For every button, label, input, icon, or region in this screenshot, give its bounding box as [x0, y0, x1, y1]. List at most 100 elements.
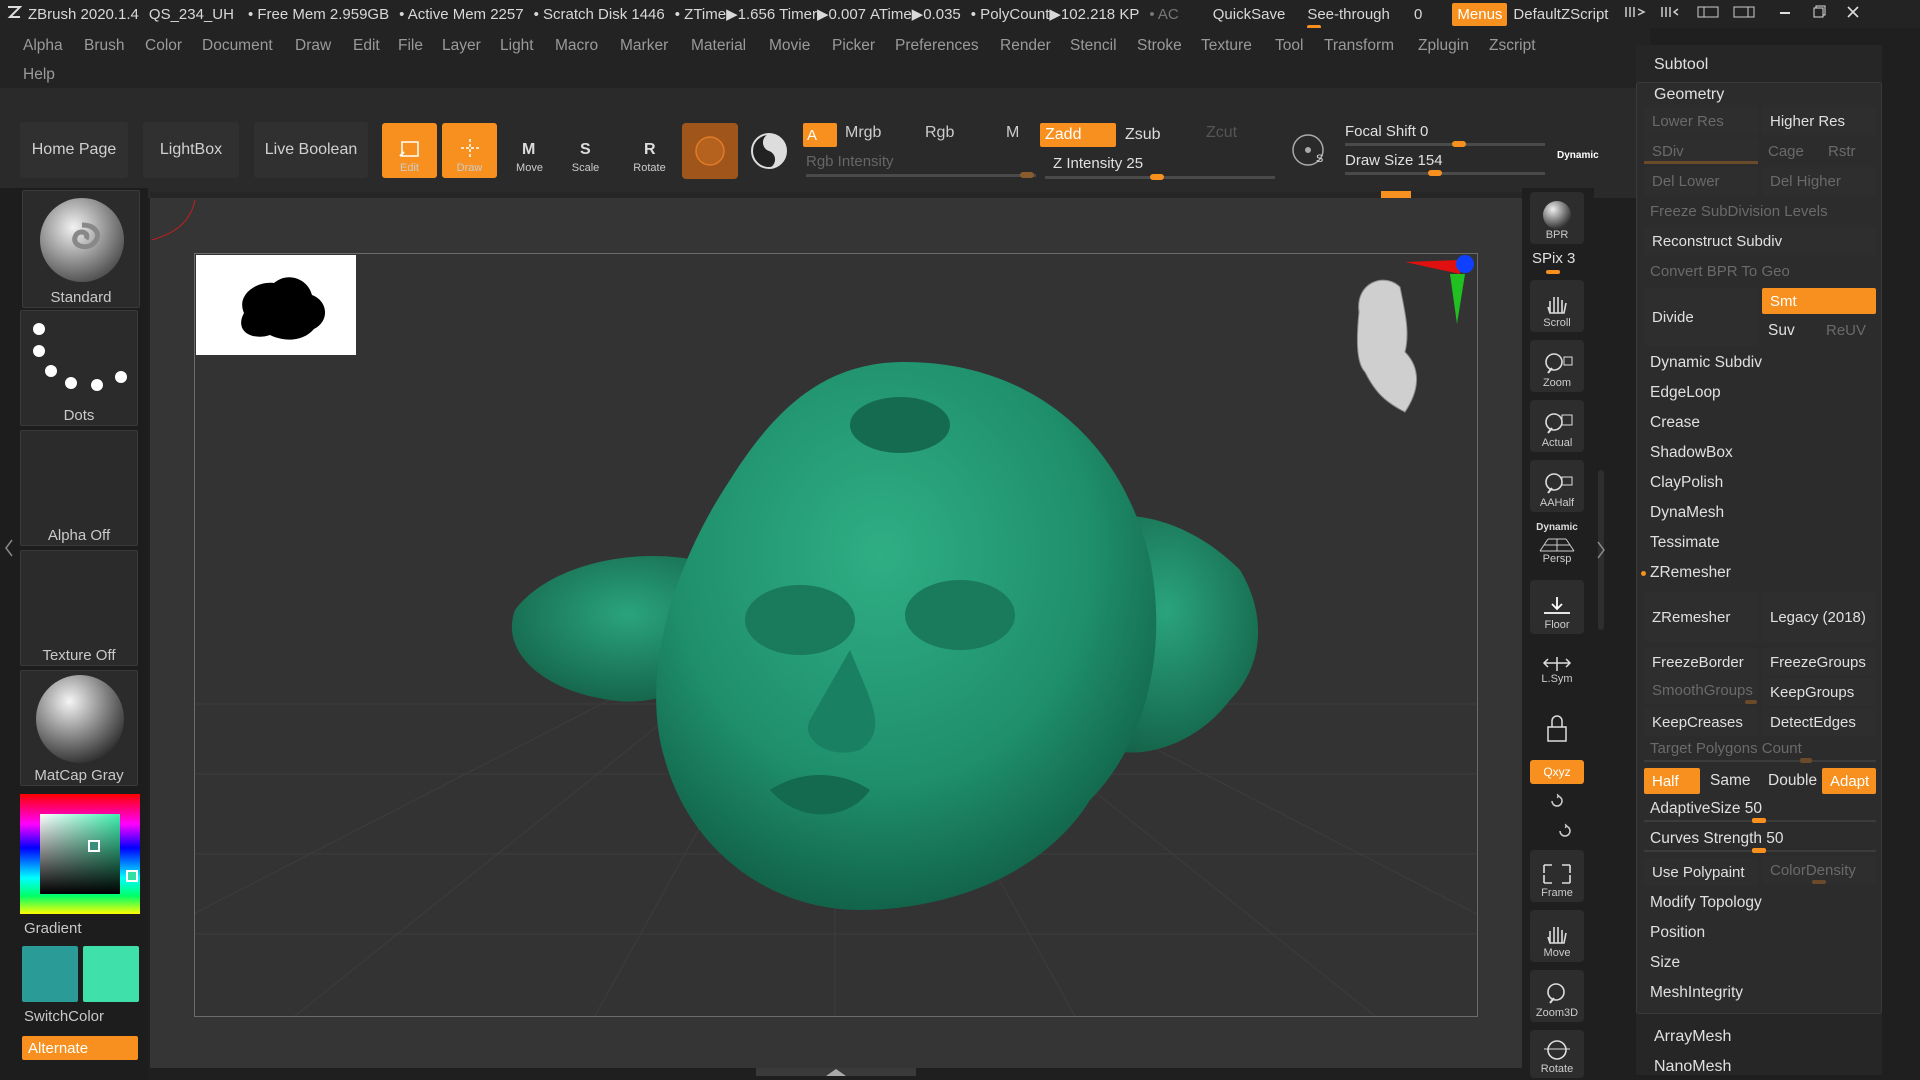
zcut-toggle[interactable]: Zcut [1206, 124, 1237, 142]
freezegroups-toggle[interactable]: FreezeGroups [1762, 648, 1876, 676]
lightbox-button[interactable]: LightBox [143, 122, 239, 178]
default-zscript-button[interactable]: DefaultZScript [1513, 6, 1608, 23]
half-toggle[interactable]: Half [1644, 768, 1700, 794]
primary-color-swatch[interactable] [22, 946, 78, 1002]
subtool-header[interactable]: Subtool [1654, 56, 1708, 74]
m-toggle[interactable]: M [1006, 124, 1019, 142]
adaptive-size-slider[interactable]: AdaptiveSize 50 [1650, 800, 1762, 818]
z-intensity-knob[interactable] [1150, 174, 1164, 180]
modify-topology-section[interactable]: Modify Topology [1650, 894, 1762, 912]
layout-icon-2[interactable] [1660, 5, 1684, 23]
zremesher-section[interactable]: ZRemesher [1650, 564, 1731, 582]
nanomesh-section[interactable]: NanoMesh [1654, 1058, 1731, 1076]
higher-res-button[interactable]: Higher Res [1762, 107, 1876, 135]
lower-res-button[interactable]: Lower Res [1644, 107, 1758, 135]
target-polygons-knob[interactable] [1800, 758, 1812, 763]
suv-toggle[interactable]: Suv [1768, 322, 1795, 340]
edit-mode-button[interactable]: Edit [382, 123, 437, 178]
quicksave-button[interactable]: QuickSave [1213, 6, 1286, 23]
keepcreases-toggle[interactable]: KeepCreases [1644, 708, 1758, 736]
curves-strength-knob[interactable] [1752, 848, 1766, 853]
menu-macro[interactable]: Macro [555, 37, 598, 55]
layout-icon-1[interactable] [1624, 5, 1648, 23]
bpr-button[interactable]: BPR [1530, 192, 1584, 244]
layout-icon-4[interactable] [1732, 5, 1756, 23]
z-intensity-slider[interactable]: Z Intensity 25 [1053, 155, 1143, 172]
brush-selector[interactable]: Standard [22, 190, 140, 308]
del-higher-button[interactable]: Del Higher [1762, 167, 1876, 195]
crease-section[interactable]: Crease [1650, 414, 1700, 432]
meshintegrity-section[interactable]: MeshIntegrity [1650, 984, 1743, 1002]
menu-texture[interactable]: Texture [1201, 37, 1252, 55]
freezeborder-toggle[interactable]: FreezeBorder [1644, 648, 1758, 676]
zremesher-button[interactable]: ZRemesher [1644, 592, 1758, 642]
edgeloop-section[interactable]: EdgeLoop [1650, 384, 1721, 402]
xyz-rotation-toggle[interactable]: Qxyz [1530, 760, 1584, 784]
menu-picker[interactable]: Picker [832, 37, 875, 55]
right-collapse-arrow-icon[interactable] [1596, 540, 1606, 564]
alternate-toggle[interactable]: Alternate [22, 1036, 138, 1060]
freeze-subdiv-button[interactable]: Freeze SubDivision Levels [1650, 203, 1828, 220]
detectedges-toggle[interactable]: DetectEdges [1762, 708, 1876, 736]
alpha-selector[interactable]: Alpha Off [20, 430, 138, 546]
menu-layer[interactable]: Layer [442, 37, 481, 55]
menu-stencil[interactable]: Stencil [1070, 37, 1117, 55]
spix-knob[interactable] [1546, 270, 1560, 274]
adaptive-size-knob[interactable] [1752, 818, 1766, 823]
color-picker-cursor[interactable] [88, 840, 100, 852]
home-page-button[interactable]: Home Page [20, 122, 128, 178]
dynamic-subdiv-section[interactable]: Dynamic Subdiv [1650, 354, 1762, 372]
color-picker[interactable] [20, 794, 140, 914]
left-collapse-arrow-icon[interactable] [4, 538, 14, 562]
spix-slider[interactable]: SPix 3 [1532, 250, 1575, 267]
color-density-knob[interactable] [1812, 880, 1826, 884]
menu-file[interactable]: File [398, 37, 423, 55]
draw-mode-button[interactable]: Draw [442, 123, 497, 178]
rgb-toggle[interactable]: Rgb [925, 124, 954, 142]
draw-size-slider[interactable]: Draw Size 154 [1345, 152, 1443, 169]
live-boolean-button[interactable]: Live Boolean [254, 122, 368, 178]
claypolish-section[interactable]: ClayPolish [1650, 474, 1723, 492]
menu-alpha[interactable]: Alpha [23, 37, 63, 55]
double-toggle[interactable]: Double [1768, 772, 1817, 790]
menu-movie[interactable]: Movie [769, 37, 810, 55]
curves-strength-slider[interactable]: Curves Strength 50 [1650, 830, 1784, 848]
del-lower-button[interactable]: Del Lower [1644, 167, 1758, 195]
minimize-icon[interactable] [1778, 5, 1792, 23]
arraymesh-section[interactable]: ArrayMesh [1654, 1028, 1731, 1046]
adapt-toggle[interactable]: Adapt [1822, 768, 1876, 794]
keepgroups-toggle[interactable]: KeepGroups [1762, 678, 1876, 706]
floor-button[interactable]: Floor [1530, 580, 1584, 634]
menu-brush[interactable]: Brush [84, 37, 125, 55]
menu-tool[interactable]: Tool [1275, 37, 1303, 55]
menu-light[interactable]: Light [500, 37, 534, 55]
texture-selector[interactable]: Texture Off [20, 550, 138, 666]
y-rotation-icon[interactable] [1548, 792, 1566, 814]
legacy-2018-toggle[interactable]: Legacy (2018) [1762, 592, 1876, 642]
material-sphere-button[interactable] [682, 123, 738, 179]
same-toggle[interactable]: Same [1710, 772, 1751, 790]
stroke-selector[interactable]: Dots [20, 310, 138, 426]
reuv-button[interactable]: ReUV [1826, 322, 1866, 339]
geometry-header[interactable]: Geometry [1654, 86, 1724, 104]
aahalf-button[interactable]: AAHalf [1530, 460, 1584, 512]
menu-render[interactable]: Render [1000, 37, 1051, 55]
shadowbox-section[interactable]: ShadowBox [1650, 444, 1733, 462]
menu-material[interactable]: Material [691, 37, 746, 55]
use-polypaint-toggle[interactable]: Use Polypaint [1644, 858, 1758, 886]
rotate-mode-button[interactable]: R Rotate [622, 123, 677, 178]
dynamesh-section[interactable]: DynaMesh [1650, 504, 1724, 522]
menu-zscript[interactable]: Zscript [1489, 37, 1536, 55]
reconstruct-subdiv-button[interactable]: Reconstruct Subdiv [1644, 227, 1876, 255]
hue-cursor[interactable] [126, 870, 138, 882]
zsub-toggle[interactable]: Zsub [1125, 126, 1161, 144]
menu-color[interactable]: Color [145, 37, 182, 55]
menu-marker[interactable]: Marker [620, 37, 668, 55]
scroll-button[interactable]: Scroll [1530, 280, 1584, 332]
seethrough-slider[interactable]: See-through 0 [1307, 6, 1432, 29]
lock-transform-button[interactable] [1530, 702, 1584, 748]
menu-preferences[interactable]: Preferences [895, 37, 979, 55]
scale-mode-button[interactable]: S Scale [558, 123, 613, 178]
menu-stroke[interactable]: Stroke [1137, 37, 1182, 55]
menu-edit[interactable]: Edit [353, 37, 380, 55]
